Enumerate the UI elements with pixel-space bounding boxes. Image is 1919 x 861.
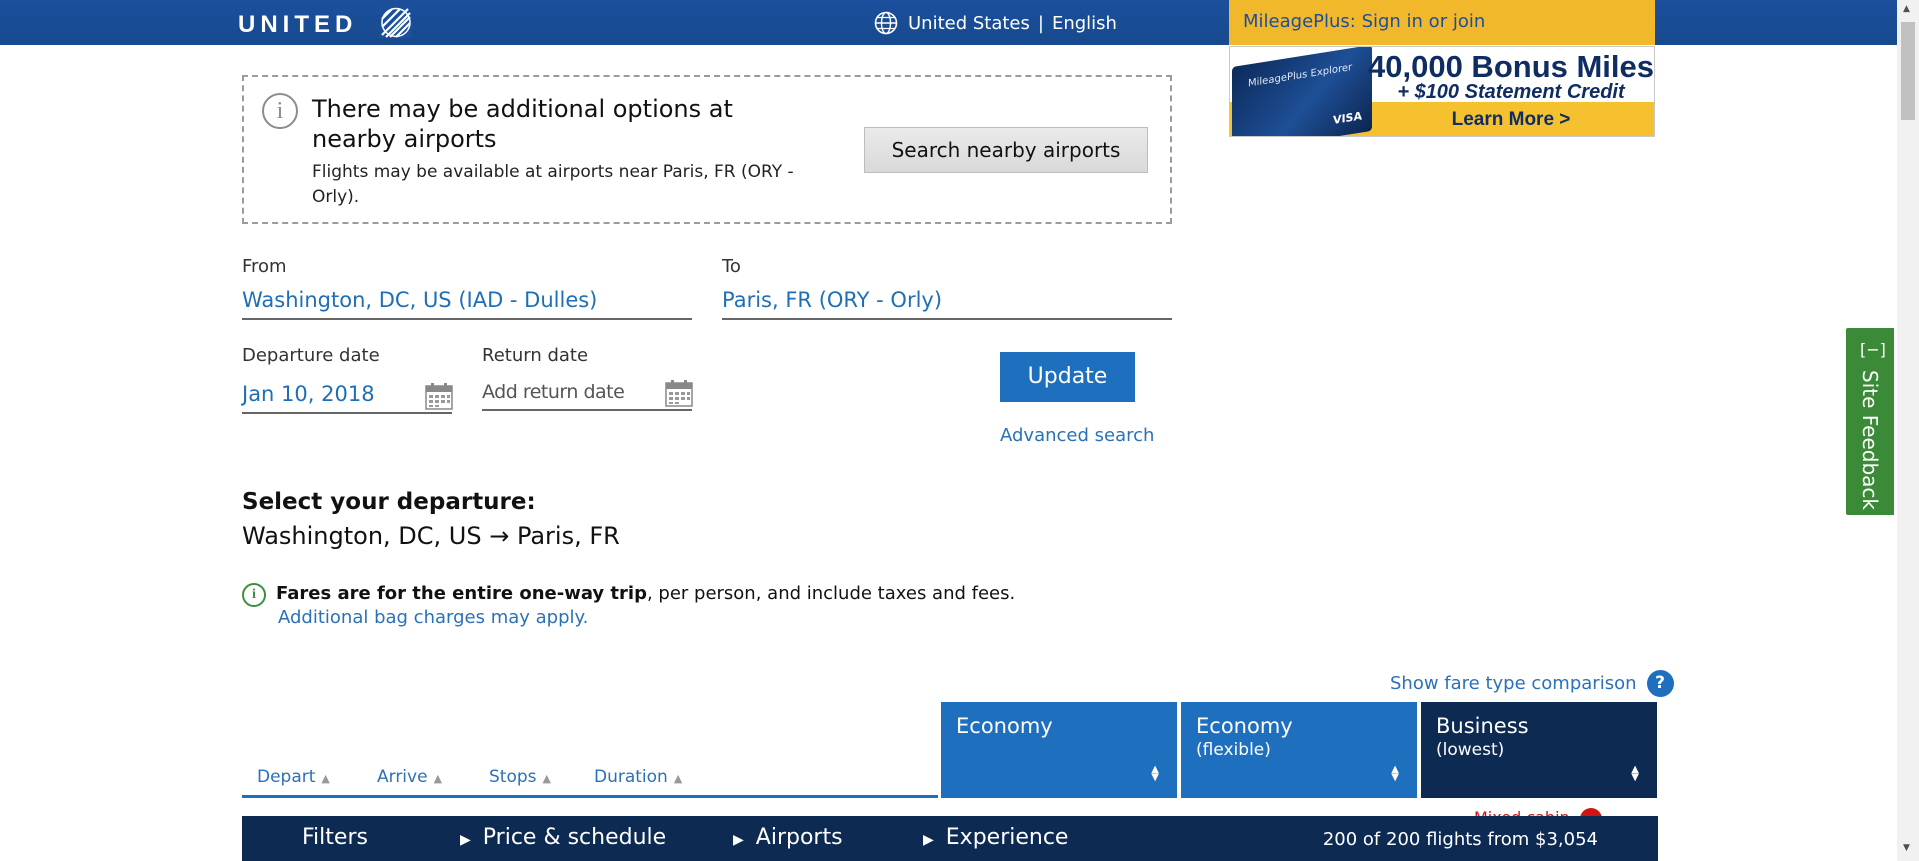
from-input[interactable]: Washington, DC, US (IAD - Dulles) xyxy=(242,282,692,320)
sort-arrive[interactable]: Arrive ▲︎ xyxy=(377,767,442,787)
scroll-up-arrow-icon[interactable]: ▲ xyxy=(1903,4,1910,14)
caret-right-icon: ▶ xyxy=(733,832,744,848)
return-date-placeholder: Add return date xyxy=(482,381,625,403)
fare-column-title: Economy xyxy=(1196,714,1293,738)
locale-separator: | xyxy=(1037,12,1044,34)
language-label[interactable]: English xyxy=(1052,13,1117,34)
filter-airports-label: Airports xyxy=(755,825,843,850)
filter-price-schedule[interactable]: ▶ Price & schedule xyxy=(460,825,666,850)
route-summary: Washington, DC, US → Paris, FR xyxy=(242,522,620,550)
advanced-search-link[interactable]: Advanced search xyxy=(1000,425,1154,446)
departure-date-label: Departure date xyxy=(242,345,380,366)
filter-experience[interactable]: ▶ Experience xyxy=(923,825,1068,850)
fare-comparison-label[interactable]: Show fare type comparison xyxy=(1390,673,1637,694)
scroll-down-arrow-icon[interactable]: ▼ xyxy=(1903,843,1910,853)
country-label[interactable]: United States xyxy=(908,13,1030,34)
united-logo[interactable]: UNITED xyxy=(238,11,357,39)
search-nearby-airports-button[interactable]: Search nearby airports xyxy=(864,127,1148,173)
bag-charges-link[interactable]: Additional bag charges may apply. xyxy=(278,607,588,628)
select-departure-title: Select your departure: xyxy=(242,489,536,515)
site-feedback-tab[interactable]: [−] Site Feedback xyxy=(1846,328,1894,515)
to-label: To xyxy=(722,256,741,277)
sort-arrive-label: Arrive xyxy=(377,767,428,787)
united-globe-icon[interactable] xyxy=(380,7,412,38)
fare-column-title: Business xyxy=(1436,714,1529,738)
from-label: From xyxy=(242,256,287,277)
ad-learn-more[interactable]: Learn More > xyxy=(1368,109,1654,131)
site-feedback-label: Site Feedback xyxy=(1858,370,1882,510)
sort-depart-label: Depart xyxy=(257,767,316,787)
caret-right-icon: ▶ xyxy=(460,832,471,848)
globe-icon xyxy=(874,11,898,35)
scrollbar[interactable]: ▲ ▼ xyxy=(1897,0,1919,861)
sort-duration-label: Duration xyxy=(594,767,668,787)
sort-depart[interactable]: Depart ▲︎ xyxy=(257,767,330,787)
card-name: MileagePlus Explorer xyxy=(1248,61,1353,90)
ad-headline: 40,000 Bonus Miles xyxy=(1368,49,1655,84)
departure-date-input[interactable]: Jan 10, 2018 xyxy=(242,376,453,414)
notice-text: Flights may be available at airports nea… xyxy=(312,162,794,207)
sort-stops-label: Stops xyxy=(489,767,537,787)
filter-price-schedule-label: Price & schedule xyxy=(482,825,667,850)
caret-right-icon: ▶ xyxy=(923,832,934,848)
fare-note-bold: Fares are for the entire one-way trip xyxy=(276,583,647,604)
info-icon: i xyxy=(242,583,266,607)
nearby-airports-notice: i There may be additional options at nea… xyxy=(242,75,1172,224)
filter-experience-label: Experience xyxy=(945,825,1069,850)
filters-label[interactable]: Filters xyxy=(302,825,368,850)
mileageplus-signin-link[interactable]: MileagePlus: Sign in or join xyxy=(1229,0,1655,45)
fare-column-business[interactable]: Business (lowest) ▲ ▼ xyxy=(1421,702,1657,798)
return-date-label: Return date xyxy=(482,345,589,366)
minimize-icon[interactable]: [−] xyxy=(1860,340,1886,359)
scrollbar-thumb[interactable] xyxy=(1901,22,1915,120)
sort-arrows-icon: ▲︎ xyxy=(321,772,330,785)
fare-column-subtitle: (flexible) xyxy=(1196,740,1271,760)
info-icon: i xyxy=(262,93,298,129)
sort-arrows-icon[interactable]: ▲ ▼ xyxy=(1151,765,1159,783)
sort-arrows-icon: ▲︎ xyxy=(542,772,551,785)
fare-column-subtitle: (lowest) xyxy=(1436,740,1505,760)
sort-arrows-icon: ▲︎ xyxy=(673,772,683,785)
visa-logo: VISA xyxy=(1332,109,1362,128)
fare-column-title: Economy xyxy=(956,714,1053,738)
calendar-icon[interactable] xyxy=(425,382,453,410)
fare-note-text: Fares are for the entire one-way trip, p… xyxy=(276,583,1015,604)
flight-count: 200 of 200 flights from $3,054 xyxy=(1322,829,1598,850)
credit-card-ad[interactable]: MileagePlus Explorer VISA 40,000 Bonus M… xyxy=(1229,46,1655,137)
fare-note-rest: , per person, and include taxes and fees… xyxy=(646,583,1016,604)
sort-arrows-icon: ▲︎ xyxy=(433,772,443,785)
calendar-icon[interactable] xyxy=(665,379,693,407)
fare-comparison-link[interactable]: Show fare type comparison ? xyxy=(1390,670,1674,697)
sort-bar: Depart ▲︎ Arrive ▲︎ Stops ▲︎ Duration ▲︎ xyxy=(242,756,938,798)
sort-duration[interactable]: Duration ▲︎ xyxy=(594,767,682,787)
return-date-input[interactable]: Add return date xyxy=(482,373,693,411)
filters-bar: Filters ▶ Price & schedule ▶ Airports ▶ Exp… xyxy=(242,816,1658,861)
credit-card-image: MileagePlus Explorer VISA xyxy=(1232,47,1372,136)
locale-selector[interactable]: United States | English xyxy=(874,10,1117,36)
sort-stops[interactable]: Stops ▲︎ xyxy=(489,767,551,787)
update-button[interactable]: Update xyxy=(1000,352,1135,402)
filter-airports[interactable]: ▶ Airports xyxy=(733,825,843,850)
sort-arrows-icon[interactable]: ▲ ▼ xyxy=(1631,765,1639,783)
fare-column-economy[interactable]: Economy ▲ ▼ xyxy=(941,702,1177,798)
sort-arrows-icon[interactable]: ▲ ▼ xyxy=(1391,765,1399,783)
ad-subline: + $100 Statement Credit xyxy=(1397,81,1625,103)
departure-date-value: Jan 10, 2018 xyxy=(242,382,375,406)
fare-column-economy-flexible[interactable]: Economy (flexible) ▲ ▼ xyxy=(1181,702,1417,798)
to-input[interactable]: Paris, FR (ORY - Orly) xyxy=(722,282,1172,320)
notice-title: There may be additional options at nearb… xyxy=(312,95,733,153)
help-icon[interactable]: ? xyxy=(1646,670,1674,697)
